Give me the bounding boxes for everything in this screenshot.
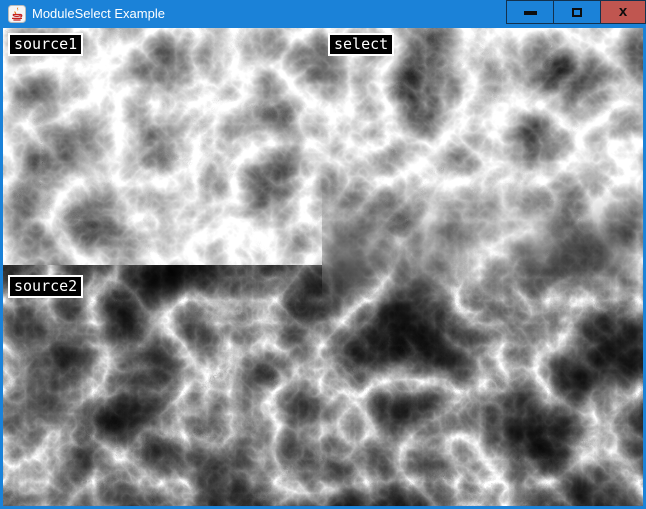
titlebar[interactable]: ModuleSelect Example x: [0, 0, 646, 28]
close-icon: x: [619, 2, 627, 22]
label-source2: source2: [8, 275, 83, 298]
minimize-button[interactable]: [506, 0, 554, 24]
label-select: select: [328, 33, 394, 56]
maximize-button[interactable]: [553, 0, 601, 24]
render-area: source1 select source2: [3, 28, 643, 506]
close-button[interactable]: x: [600, 0, 646, 24]
noise-canvas: [3, 28, 643, 506]
source2-image: [3, 265, 322, 506]
java-coffee-cup-icon: [8, 5, 26, 23]
app-window: ModuleSelect Example x: [0, 0, 646, 509]
window-title: ModuleSelect Example: [32, 0, 165, 28]
source1-image: [3, 28, 322, 265]
window-controls: x: [507, 0, 646, 24]
maximize-icon: [572, 8, 582, 17]
minimize-icon: [524, 11, 537, 15]
label-source1: source1: [8, 33, 83, 56]
